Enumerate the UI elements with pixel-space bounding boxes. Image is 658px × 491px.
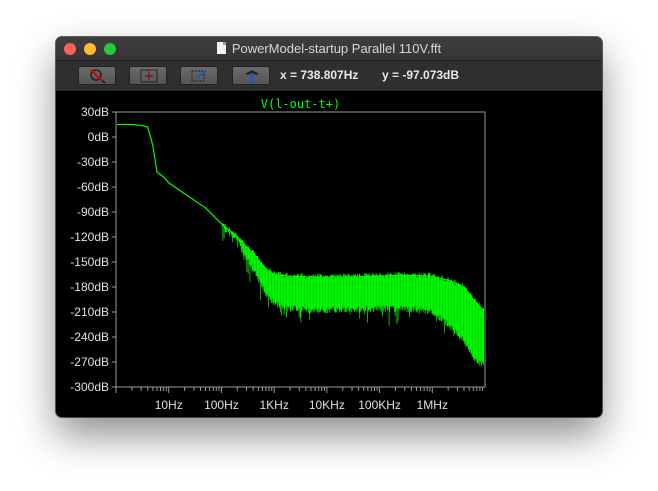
autorange-button[interactable] [129, 66, 167, 85]
x-tick-label: 100Hz [204, 398, 239, 412]
x-tick-label: 1KHz [259, 398, 288, 412]
y-tick-label: -120dB [70, 230, 109, 244]
probe-button[interactable] [232, 66, 270, 85]
x-tick-label: 10KHz [309, 398, 345, 412]
y-tick-label: -90dB [77, 205, 109, 219]
zoom-icon [191, 70, 207, 82]
cursor-x-readout: x = 738.807Hz [280, 68, 359, 82]
window-title: PowerModel-startup Parallel 110V.fft [231, 41, 442, 56]
y-tick-label: -300dB [70, 380, 109, 394]
zoom-cancel-icon [90, 69, 106, 84]
window-title-wrap: PowerModel-startup Parallel 110V.fft [56, 41, 602, 56]
x-tick-label: 10Hz [155, 398, 183, 412]
fft-window: PowerModel-startup Parallel 110V.fft x =… [56, 37, 602, 417]
y-tick-label: -270dB [70, 355, 109, 369]
y-tick-label: -210dB [70, 305, 109, 319]
plot-area[interactable]: V(l-out-t+) 30dB 0dB -30dB -60dB -90dB -120dB -… [56, 92, 602, 417]
toolbar: x = 738.807Hz y = -97.073dB [56, 61, 602, 91]
probe-icon [245, 70, 259, 83]
trace-noise [221, 223, 484, 367]
y-tick-label: -240dB [70, 330, 109, 344]
x-tick-label: 100KHz [358, 398, 401, 412]
zoom-cancel-button[interactable] [78, 66, 116, 85]
autorange-icon [140, 69, 158, 83]
title-bar[interactable]: PowerModel-startup Parallel 110V.fft [56, 37, 602, 61]
zoom-area-button[interactable] [180, 66, 218, 85]
y-tick-label: 30dB [81, 105, 109, 119]
y-tick-label: -60dB [77, 180, 109, 194]
plot-frame [115, 111, 486, 388]
y-tick-label: 0dB [88, 130, 109, 144]
y-tick-label: -180dB [70, 280, 109, 294]
y-tick-label: -150dB [70, 255, 109, 269]
document-icon [216, 42, 226, 54]
trace-title: V(l-out-t+) [261, 97, 340, 111]
cursor-y-readout: y = -97.073dB [382, 68, 460, 82]
fft-chart[interactable]: V(l-out-t+) 30dB 0dB -30dB -60dB -90dB -120dB -… [56, 92, 602, 417]
y-tick-label: -30dB [77, 155, 109, 169]
x-tick-label: 1MHz [417, 398, 448, 412]
